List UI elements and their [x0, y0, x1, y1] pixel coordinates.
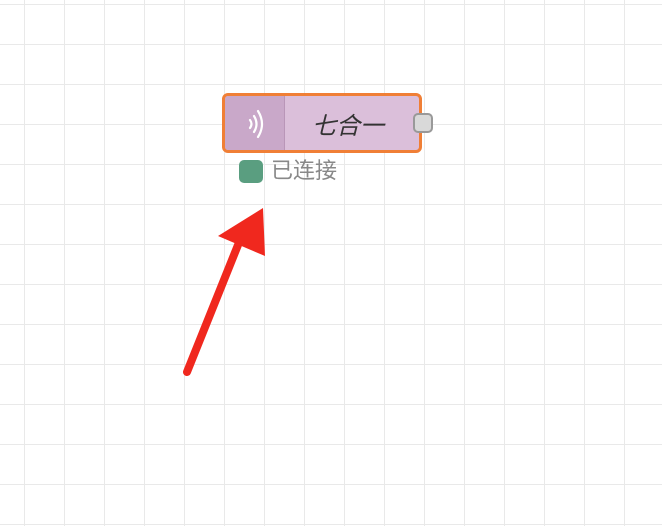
- annotation-arrow: [183, 208, 265, 376]
- arrow-shaft: [183, 236, 244, 376]
- arrow-head: [218, 208, 265, 256]
- flow-canvas[interactable]: 七合一 已连接: [0, 0, 662, 526]
